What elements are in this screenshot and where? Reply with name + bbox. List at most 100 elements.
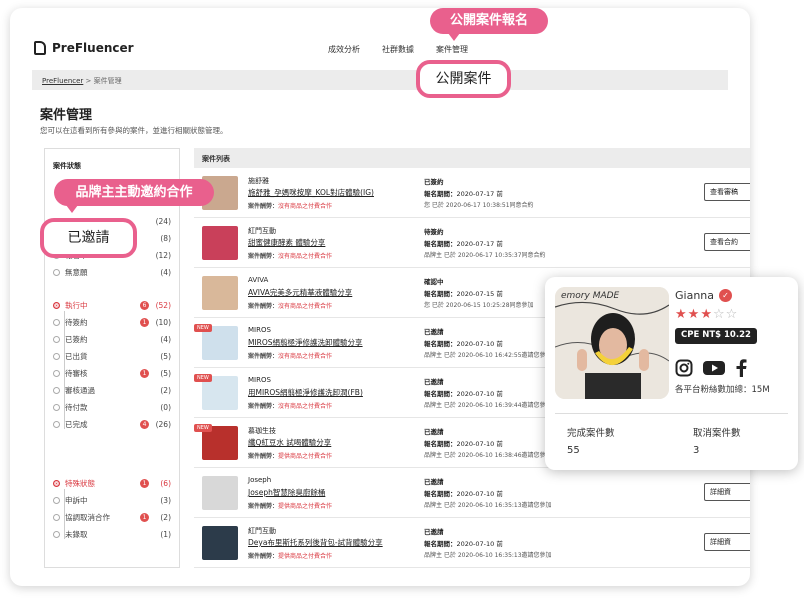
sidebar-status-item[interactable]: 申訴中 (3) <box>53 492 177 509</box>
case-title-link[interactable]: MIROS絹翦極淨修護洗卸體驗分享 <box>248 337 363 348</box>
status-label: 特殊狀態 <box>65 479 95 488</box>
case-status: 已簽約 <box>424 178 444 186</box>
case-brand: MIROS <box>248 326 271 334</box>
sidebar-status-item[interactable]: 未錄取 (1) <box>53 526 177 543</box>
case-brand: 慕珈生技 <box>248 427 276 435</box>
status-dot-icon <box>53 387 60 394</box>
case-title-link[interactable]: Joseph智慧除臭廚餘桶 <box>248 487 325 498</box>
sidebar-status-item[interactable]: 待付款 (0) <box>53 399 177 416</box>
fee-label: 案件酬勞： <box>248 403 279 410</box>
social-icons <box>675 359 747 377</box>
status-count: (2) <box>160 386 171 395</box>
sidebar-status-item[interactable]: 無意願 (4) <box>53 264 177 281</box>
cancelled-value: 3 <box>693 445 700 456</box>
sidebar-title: 案件狀態 <box>53 162 81 170</box>
case-title-link[interactable]: Deya布里斯托系列後背包-試背體驗分享 <box>248 537 383 548</box>
case-list-header: 案件列表 <box>194 148 750 168</box>
case-deadline: 報名期間：2020-07-10 前 <box>424 338 503 348</box>
status-label: 待審核 <box>65 369 88 378</box>
star-icon: ★ <box>687 307 701 322</box>
case-row[interactable]: Joseph Joseph智慧除臭廚餘桶 案件酬勞：提供商品之付費合作 已邀請 報名期間… <box>194 468 750 518</box>
youtube-icon[interactable] <box>703 360 725 376</box>
new-badge: NEW <box>194 374 212 382</box>
status-label: 已出貨 <box>65 352 88 361</box>
case-thumbnail[interactable] <box>202 226 238 260</box>
fee-type: 提供商品之付費合作 <box>278 453 333 460</box>
instagram-icon[interactable] <box>675 359 693 377</box>
status-count-badge: 1 <box>140 479 149 488</box>
facebook-icon[interactable] <box>735 359 747 377</box>
deadline-value: 2020-07-15 前 <box>456 290 503 298</box>
status-dot-icon <box>53 353 60 360</box>
case-row[interactable]: 紅門互動 Deya布里斯托系列後背包-試背體驗分享 案件酬勞：提供商品之付費合作 已邀… <box>194 518 750 568</box>
callout-brand-invite: 品牌主主動邀約合作 <box>54 179 214 206</box>
star-icon: ★ <box>675 307 688 322</box>
fee-label: 案件酬勞： <box>248 303 279 310</box>
deadline-label: 報名期間： <box>424 190 457 198</box>
fee-type: 提供商品之付費合作 <box>278 503 333 510</box>
fee-type: 沒有商品之付費合作 <box>278 203 333 210</box>
case-thumbnail[interactable] <box>202 276 238 310</box>
case-title-link[interactable]: 纖Q紅豆水 試喝體驗分享 <box>248 437 331 448</box>
case-row[interactable]: 施舒雅 施舒雅_孕媽咪按摩_KOL對店體驗(IG) 案件酬勞：沒有商品之付費合作 已簽… <box>194 168 750 218</box>
deadline-label: 報名期間： <box>424 440 457 448</box>
status-dot-icon <box>53 336 60 343</box>
deadline-label: 報名期間： <box>424 490 457 498</box>
status-label: 待付款 <box>65 403 88 412</box>
case-status: 已邀請 <box>424 478 444 486</box>
case-deadline: 報名期間：2020-07-17 前 <box>424 238 503 248</box>
sidebar-status-item[interactable]: 已簽約 (4) <box>53 331 177 348</box>
sidebar-status-item[interactable]: 已出貨 (5) <box>53 348 177 365</box>
deadline-label: 報名期間： <box>424 340 457 348</box>
fee-type: 提供商品之付費合作 <box>278 553 333 560</box>
fee-label: 案件酬勞： <box>248 503 279 510</box>
sidebar-status-item[interactable]: 待審核 1 (5) <box>53 365 177 382</box>
breadcrumb-root[interactable]: PreFluencer <box>42 77 83 85</box>
case-status: 待簽約 <box>424 228 444 236</box>
fee-type: 沒有商品之付費合作 <box>278 353 333 360</box>
case-fee: 案件酬勞：沒有商品之付費合作 <box>248 351 332 360</box>
case-title-link[interactable]: 用MIROS絹翦極淨修護洗卸潤(FB) <box>248 387 363 398</box>
case-action-button[interactable]: 查看審稿 <box>704 183 750 201</box>
case-title-link[interactable]: 甜蜜健康酵素 體驗分享 <box>248 237 325 248</box>
case-action-button[interactable]: 查看合約 <box>704 233 750 251</box>
divider <box>555 413 788 414</box>
case-deadline: 報名期間：2020-07-10 前 <box>424 538 503 548</box>
status-label: 申訴中 <box>65 496 88 505</box>
nav-performance[interactable]: 成效分析 <box>328 44 360 55</box>
case-status: 已邀請 <box>424 428 444 436</box>
total-followers: 各平台粉絲數加總：15M <box>675 385 770 395</box>
deadline-value: 2020-07-17 前 <box>456 240 503 248</box>
sidebar-status-item[interactable]: 已完成 4 (26) <box>53 416 177 433</box>
cpe-badge: CPE NT$ 10.22 <box>675 328 757 344</box>
status-label: 已簽約 <box>65 335 88 344</box>
case-title-link[interactable]: 施舒雅_孕媽咪按摩_KOL對店體驗(IG) <box>248 187 374 198</box>
sidebar-status-item[interactable]: 特殊狀態 1 (6) <box>53 475 177 492</box>
sidebar-status-item[interactable]: 協調取消合作 1 (2) <box>53 509 177 526</box>
status-label: 協調取消合作 <box>65 513 110 522</box>
influencer-photo: emory MADE <box>555 287 669 399</box>
sidebar-status-item[interactable]: 執行中 6 (52) <box>53 297 177 314</box>
sidebar-status-item[interactable]: 待簽約 1 (10) <box>53 314 177 331</box>
case-action-button[interactable]: 詳細資 <box>704 533 750 551</box>
influencer-photo-art <box>555 287 669 399</box>
logo[interactable]: PreFluencer <box>34 41 134 55</box>
case-action-button[interactable]: 詳細資 <box>704 483 750 501</box>
nav-case-management[interactable]: 案件管理 <box>436 44 468 55</box>
status-label: 審核通過 <box>65 386 95 395</box>
case-row[interactable]: 紅門互動 甜蜜健康酵素 體驗分享 案件酬勞：沒有商品之付費合作 待簽約 報名期間：202… <box>194 218 750 268</box>
breadcrumb-sep: > <box>83 77 94 85</box>
status-count-badge: 1 <box>140 318 149 327</box>
deadline-label: 報名期間： <box>424 240 457 248</box>
influencer-card[interactable]: emory MADE Gianna ✓ ★★★☆☆ CPE NT$ 10.22 … <box>545 277 798 470</box>
status-dot-icon <box>53 370 60 377</box>
case-brand: 紅門互動 <box>248 227 276 235</box>
sidebar-status-item[interactable]: 審核通過 (2) <box>53 382 177 399</box>
case-thumbnail[interactable] <box>202 526 238 560</box>
case-thumbnail[interactable] <box>202 476 238 510</box>
callout-tail <box>448 33 460 41</box>
case-title-link[interactable]: AVIVA完美多元精華液體驗分享 <box>248 287 352 298</box>
influencer-name-line: Gianna ✓ <box>675 289 733 302</box>
status-count: (3) <box>160 496 171 505</box>
nav-social-data[interactable]: 社群數據 <box>382 44 414 55</box>
